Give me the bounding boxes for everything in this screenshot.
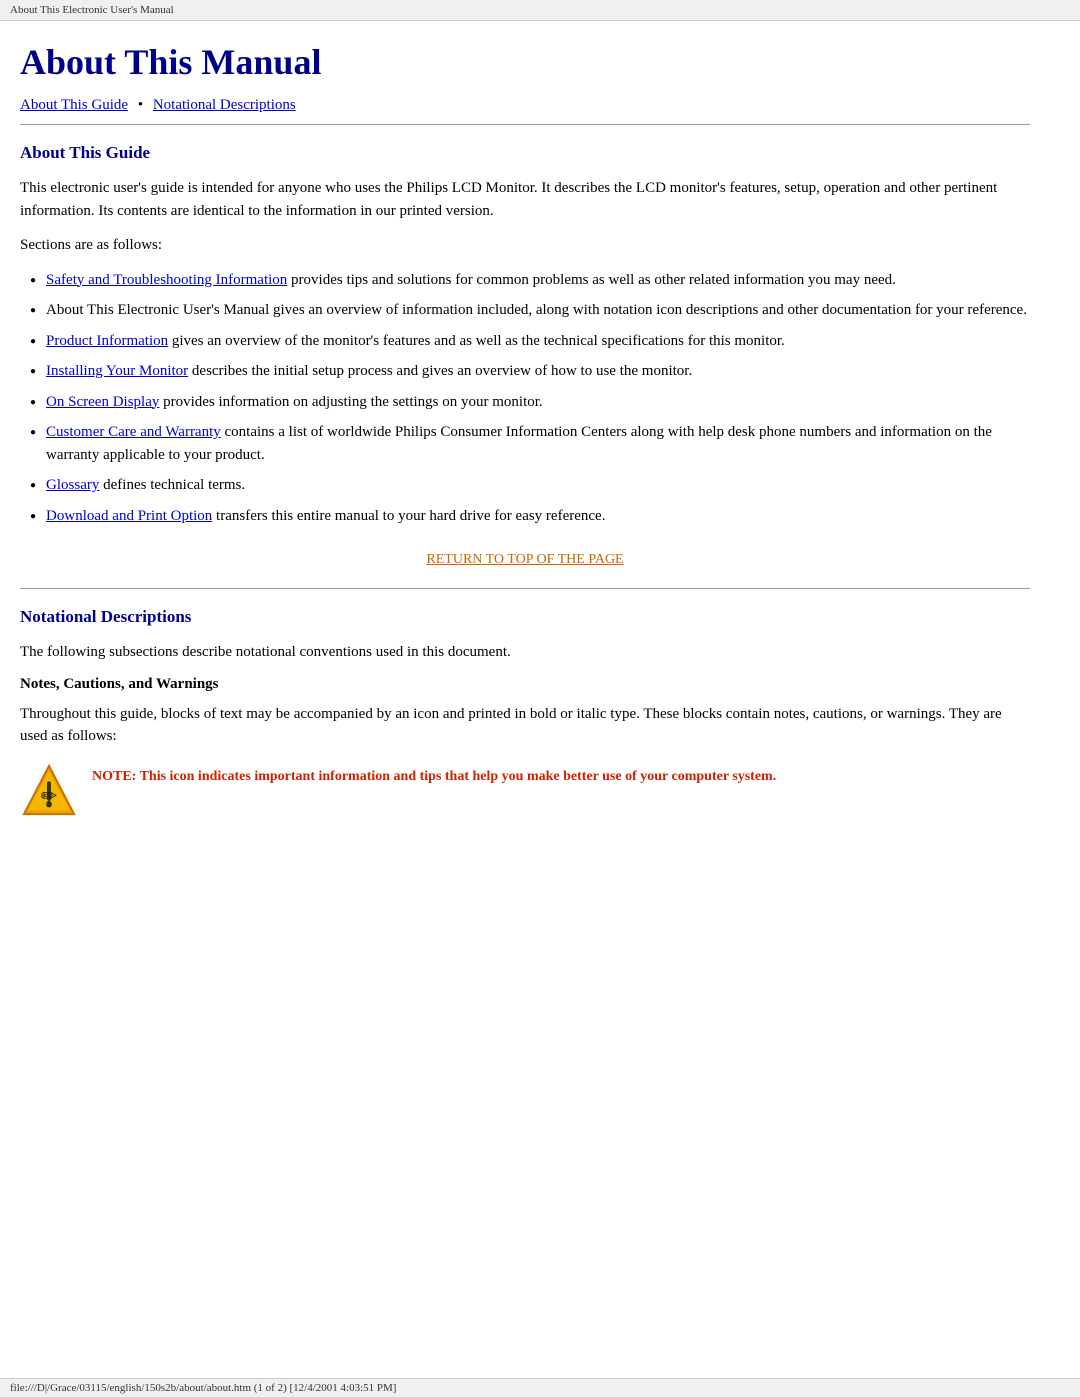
list-item-content: Download and Print Option transfers this… bbox=[46, 505, 605, 528]
notes-cautions-heading: Notes, Cautions, and Warnings bbox=[20, 676, 1030, 693]
list-item: On Screen Display provides information o… bbox=[30, 391, 1030, 414]
return-link-container: RETURN TO TOP OF THE PAGE bbox=[20, 551, 1030, 568]
nav-link-about-guide[interactable]: About This Guide bbox=[20, 97, 128, 113]
note-text: NOTE: This icon indicates important info… bbox=[92, 762, 776, 787]
section-heading-notational: Notational Descriptions bbox=[20, 607, 1030, 627]
list-item: Customer Care and Warranty contains a li… bbox=[30, 421, 1030, 466]
link-download[interactable]: Download and Print Option bbox=[46, 508, 212, 524]
list-item-content: On Screen Display provides information o… bbox=[46, 391, 543, 414]
link-safety[interactable]: Safety and Troubleshooting Information bbox=[46, 272, 287, 288]
status-bar: file:///D|/Grace/03115/english/150s2b/ab… bbox=[0, 1378, 1080, 1397]
section1-para1: This electronic user's guide is intended… bbox=[20, 177, 1030, 222]
nav-separator: • bbox=[138, 97, 143, 113]
section1-list: Safety and Troubleshooting Information p… bbox=[30, 269, 1030, 528]
list-item-content: Glossary defines technical terms. bbox=[46, 474, 245, 497]
link-customer-care[interactable]: Customer Care and Warranty bbox=[46, 424, 221, 440]
section-heading-about-guide: About This Guide bbox=[20, 143, 1030, 163]
list-item: Download and Print Option transfers this… bbox=[30, 505, 1030, 528]
list-item: Installing Your Monitor describes the in… bbox=[30, 360, 1030, 383]
section-notational: Notational Descriptions The following su… bbox=[20, 607, 1030, 820]
nav-links: About This Guide • Notational Descriptio… bbox=[20, 97, 1030, 114]
status-bar-text: file:///D|/Grace/03115/english/150s2b/ab… bbox=[10, 1382, 396, 1394]
svg-text:✏: ✏ bbox=[41, 786, 57, 807]
section-about-guide: About This Guide This electronic user's … bbox=[20, 143, 1030, 568]
list-item: Glossary defines technical terms. bbox=[30, 474, 1030, 497]
page-content: About This Manual About This Guide • Not… bbox=[0, 21, 1060, 840]
list-item: Product Information gives an overview of… bbox=[30, 330, 1030, 353]
section1-para2: Sections are as follows: bbox=[20, 234, 1030, 257]
link-glossary[interactable]: Glossary bbox=[46, 477, 99, 493]
list-item-content: Installing Your Monitor describes the in… bbox=[46, 360, 692, 383]
return-to-top-link[interactable]: RETURN TO TOP OF THE PAGE bbox=[426, 552, 623, 567]
list-item-content: Safety and Troubleshooting Information p… bbox=[46, 269, 896, 292]
link-product-info[interactable]: Product Information bbox=[46, 333, 168, 349]
section2-para1: The following subsections describe notat… bbox=[20, 641, 1030, 664]
note-box: ! ✏ NOTE: This icon indicates important … bbox=[20, 762, 1030, 820]
list-item: About This Electronic User's Manual give… bbox=[30, 299, 1030, 322]
list-item-content: About This Electronic User's Manual give… bbox=[46, 299, 1027, 322]
link-osd[interactable]: On Screen Display bbox=[46, 394, 159, 410]
divider-1 bbox=[20, 124, 1030, 125]
list-item-content: Customer Care and Warranty contains a li… bbox=[46, 421, 1030, 466]
page-title: About This Manual bbox=[20, 41, 1030, 83]
list-item: Safety and Troubleshooting Information p… bbox=[30, 269, 1030, 292]
browser-title-bar: About This Electronic User's Manual bbox=[0, 0, 1080, 21]
warning-triangle-icon: ! ✏ bbox=[20, 762, 78, 820]
divider-2 bbox=[20, 588, 1030, 589]
browser-title-text: About This Electronic User's Manual bbox=[10, 4, 174, 16]
section2-para2: Throughout this guide, blocks of text ma… bbox=[20, 703, 1030, 748]
list-item-content: Product Information gives an overview of… bbox=[46, 330, 785, 353]
link-installing-monitor[interactable]: Installing Your Monitor bbox=[46, 363, 188, 379]
nav-link-notational[interactable]: Notational Descriptions bbox=[153, 97, 296, 113]
